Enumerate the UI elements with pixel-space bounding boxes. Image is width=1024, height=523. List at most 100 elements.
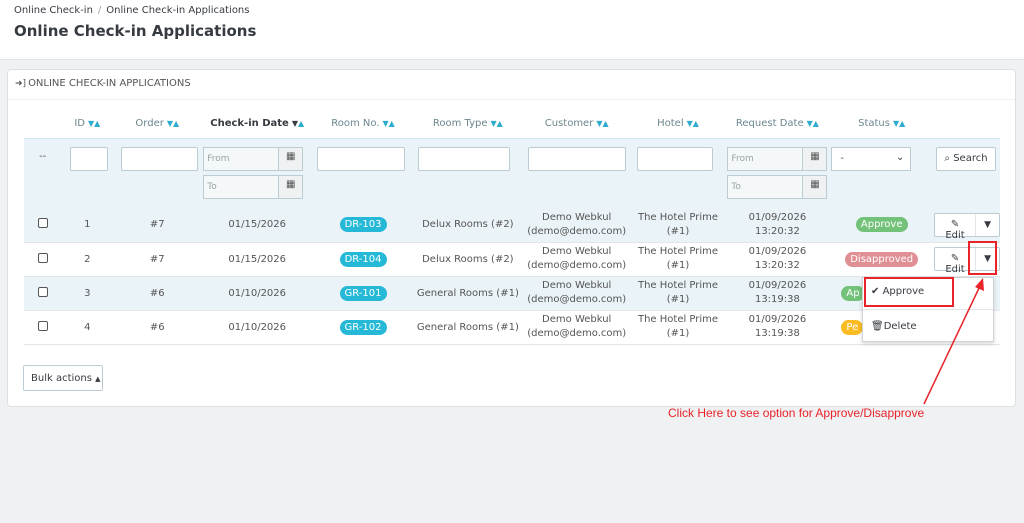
sort-arrows-icon[interactable]: ▼▲ (167, 119, 179, 128)
room-badge: GR-102 (339, 319, 387, 335)
row-checkin-date: 01/10/2026 (201, 310, 314, 345)
filter-checkin-from[interactable]: From ▦ (203, 146, 304, 171)
row-order-link[interactable]: #7 (113, 208, 202, 243)
room-badge: GR-101 (339, 285, 387, 301)
col-room-no[interactable]: Room No. ▼▲ (313, 110, 413, 139)
table-row: 1 #7 01/15/2026 DR-103 Delux Rooms (#2) … (24, 208, 1000, 243)
col-customer[interactable]: Customer ▼▲ (522, 110, 631, 139)
calendar-icon[interactable]: ▦ (802, 147, 827, 170)
calendar-icon[interactable]: ▦ (278, 147, 303, 170)
row-checkbox[interactable] (37, 218, 48, 229)
page-header: Online Check-in / Online Check-in Applicat… (0, 0, 1024, 60)
from-placeholder: From (207, 153, 230, 164)
status-select-value: - (840, 152, 845, 164)
row-hotel-link[interactable]: The Hotel Prime (#1) (630, 310, 726, 345)
filter-request-to[interactable]: To ▦ (727, 174, 828, 199)
chevron-down-icon: ⌄ (896, 151, 905, 163)
annotation-text: Click Here to see option for Approve/Dis… (668, 406, 925, 420)
annotation-highlight-caret (968, 241, 997, 275)
row-checkbox[interactable] (37, 252, 48, 263)
delete-label: Delete (883, 321, 917, 332)
from-placeholder: From (731, 153, 754, 164)
row-room-type-link[interactable]: General Rooms (#1) (412, 276, 523, 311)
row-hotel-link[interactable]: The Hotel Prime (#1) (630, 208, 726, 243)
table-row: 2 #7 01/15/2026 DR-104 Delux Rooms (#2) … (24, 242, 1000, 277)
col-checkin-date[interactable]: Check-in Date ▼▲ (201, 110, 314, 139)
panel-heading-label: ONLINE CHECK-IN APPLICATIONS (28, 78, 191, 89)
filter-order-input[interactable] (121, 146, 199, 171)
row-order-link[interactable]: #6 (113, 276, 202, 311)
panel-heading: ➜] ONLINE CHECK-IN APPLICATIONS (8, 70, 1015, 100)
filter-request-from[interactable]: From ▦ (727, 146, 828, 171)
filter-room-type-input[interactable] (417, 146, 510, 171)
col-room-type[interactable]: Room Type ▼▲ (412, 110, 523, 139)
edit-button[interactable]: ✎ Edit (935, 213, 977, 241)
row-id: 4 (61, 310, 114, 345)
row-customer-link[interactable]: Demo Webkul (demo@demo.com) (522, 276, 631, 311)
row-request-date: 01/09/2026 13:19:38 (725, 310, 830, 345)
sort-arrows-icon[interactable]: ▼▲ (596, 119, 608, 128)
row-checkin-date: 01/10/2026 (201, 276, 314, 311)
col-status[interactable]: Status ▼▲ (829, 110, 934, 139)
row-hotel-link[interactable]: The Hotel Prime (#1) (630, 276, 726, 311)
row-id: 2 (61, 242, 114, 277)
row-request-date: 01/09/2026 13:19:38 (725, 276, 830, 311)
col-hotel[interactable]: Hotel ▼▲ (630, 110, 726, 139)
search-button[interactable]: ⌕ Search (935, 146, 996, 171)
calendar-icon[interactable]: ▦ (278, 175, 303, 198)
bulk-actions-label: Bulk actions (31, 373, 92, 384)
sort-arrows-icon[interactable]: ▼▲ (893, 119, 905, 128)
sign-in-icon: ➜] (15, 79, 27, 89)
sort-arrows-icon[interactable]: ▼▲ (292, 119, 304, 128)
trash-icon: 🗑 (871, 321, 884, 332)
filter-customer-input[interactable] (527, 146, 626, 171)
row-hotel-link[interactable]: The Hotel Prime (#1) (630, 242, 726, 277)
page-title: Online Check-in Applications (14, 22, 257, 40)
sort-arrows-icon[interactable]: ▼▲ (383, 119, 395, 128)
row-checkbox[interactable] (37, 320, 48, 331)
row-request-date: 01/09/2026 13:20:32 (725, 242, 830, 277)
pencil-icon: ✎ (950, 253, 960, 264)
to-placeholder: To (207, 181, 217, 192)
status-badge: Disapproved (845, 251, 919, 267)
row-order-link[interactable]: #7 (113, 242, 202, 277)
filter-id-input[interactable] (70, 146, 109, 171)
row-customer-link[interactable]: Demo Webkul (demo@demo.com) (522, 310, 631, 345)
sort-arrows-icon[interactable]: ▼▲ (807, 119, 819, 128)
sort-arrows-icon[interactable]: ▼▲ (88, 119, 100, 128)
pencil-icon: ✎ (950, 218, 960, 230)
row-room-type-link[interactable]: Delux Rooms (#2) (412, 242, 523, 277)
breadcrumb: Online Check-in / Online Check-in Applicat… (14, 5, 249, 16)
col-select (24, 110, 62, 139)
bulk-actions-button[interactable]: Bulk actions ▲ (23, 365, 103, 391)
filter-checkin-to[interactable]: To ▦ (203, 174, 304, 199)
filter-hotel-input[interactable] (636, 146, 713, 171)
actions-caret-button[interactable]: ▼ (976, 214, 999, 236)
caret-up-icon: ▲ (95, 375, 101, 383)
sort-arrows-icon[interactable]: ▼▲ (491, 119, 503, 128)
row-checkin-date: 01/15/2026 (201, 242, 314, 277)
row-room-type-link[interactable]: Delux Rooms (#2) (412, 208, 523, 243)
filter-room-input[interactable] (317, 146, 406, 171)
row-room-type-link[interactable]: General Rooms (#1) (412, 310, 523, 345)
breadcrumb-item-applications: Online Check-in Applications (106, 5, 250, 16)
row-customer-link[interactable]: Demo Webkul (demo@demo.com) (522, 242, 631, 277)
col-request-date[interactable]: Request Date ▼▲ (725, 110, 830, 139)
calendar-icon[interactable]: ▦ (802, 175, 827, 198)
annotation-highlight-approve (864, 277, 954, 307)
row-checkbox[interactable] (37, 286, 48, 297)
table-row: 4 #6 01/10/2026 GR-102 General Rooms (#1… (24, 310, 1000, 345)
dropdown-item-delete[interactable]: 🗑Delete (871, 321, 917, 332)
col-id[interactable]: ID ▼▲ (61, 110, 114, 139)
col-order[interactable]: Order ▼▲ (113, 110, 202, 139)
dropdown-divider (863, 309, 993, 310)
applications-table: ID ▼▲ Order ▼▲ Check-in Date ▼▲ Room No. ▼▲ … (24, 110, 1000, 345)
row-order-link[interactable]: #6 (113, 310, 202, 345)
row-customer-link[interactable]: Demo Webkul (demo@demo.com) (522, 208, 631, 243)
breadcrumb-item-online-checkin[interactable]: Online Check-in (14, 5, 93, 16)
breadcrumb-separator: / (97, 5, 102, 16)
filter-row: -- From ▦ To ▦ From ▦ To ▦ - ⌄ ⌕ Search (24, 138, 1000, 208)
filter-status-select[interactable]: - ⌄ (831, 146, 912, 171)
sort-arrows-icon[interactable]: ▼▲ (687, 119, 699, 128)
row-actions: ✎ Edit ▼ (933, 212, 1000, 241)
